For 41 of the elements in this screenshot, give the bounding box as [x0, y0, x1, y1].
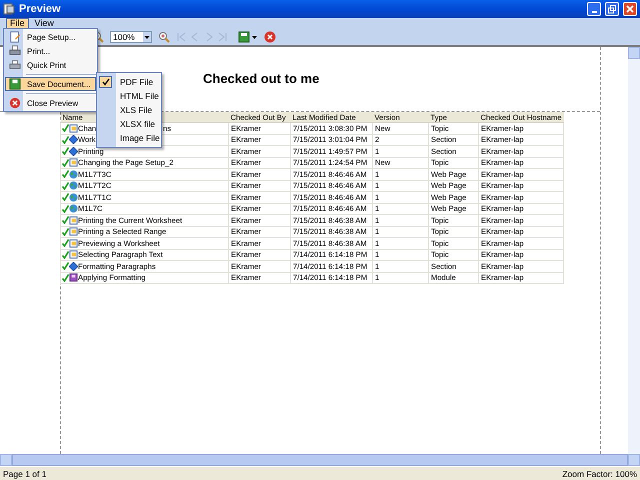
globe-icon	[69, 181, 78, 190]
save-icon[interactable]	[238, 31, 258, 43]
printer-icon	[9, 59, 21, 71]
globe-icon	[69, 204, 78, 214]
module-icon	[69, 273, 78, 282]
printer-icon	[9, 45, 21, 57]
close-icon[interactable]	[264, 31, 276, 43]
menu-item[interactable]: Image File	[97, 131, 161, 145]
minimize-icon	[592, 11, 596, 13]
menu-item[interactable]: HTML File	[97, 89, 161, 103]
horizontal-scrollbar[interactable]	[0, 454, 640, 466]
menu-item[interactable]: View	[30, 18, 58, 29]
menu-item[interactable]: Print...	[5, 44, 96, 58]
globe-icon	[69, 192, 78, 202]
close-button[interactable]	[623, 2, 637, 16]
zoom-combo[interactable]: 100%	[110, 31, 152, 43]
restore-icon	[607, 4, 617, 14]
topic-icon	[69, 158, 78, 168]
menu-item[interactable]: Save Document...	[5, 77, 96, 91]
page-setup-icon	[9, 31, 21, 43]
menu-item[interactable]: Quick Print	[5, 58, 96, 72]
zoom-in-icon[interactable]	[158, 31, 170, 43]
menu-item[interactable]: Page Setup...	[5, 30, 96, 44]
menu-item[interactable]: PDF File	[97, 75, 161, 89]
topic-icon	[69, 124, 78, 133]
close-icon	[625, 4, 635, 14]
checkmark-icon	[102, 78, 110, 86]
app-icon	[3, 3, 15, 15]
close-icon	[9, 97, 21, 109]
vertical-scrollbar[interactable]	[628, 47, 640, 454]
restore-button[interactable]	[605, 2, 619, 16]
menu-item[interactable]: File	[6, 18, 29, 29]
zoom-factor: Zoom Factor: 100%	[562, 468, 637, 478]
menu-item[interactable]: Close Preview	[5, 96, 96, 110]
save-icon	[9, 78, 21, 90]
report-title: Checked out to me	[203, 71, 320, 86]
book-icon	[69, 262, 78, 271]
window-title: Preview	[19, 3, 62, 15]
globe-icon	[69, 170, 78, 179]
page-indicator: Page 1 of 1	[3, 468, 46, 478]
minimize-button[interactable]	[587, 2, 601, 16]
